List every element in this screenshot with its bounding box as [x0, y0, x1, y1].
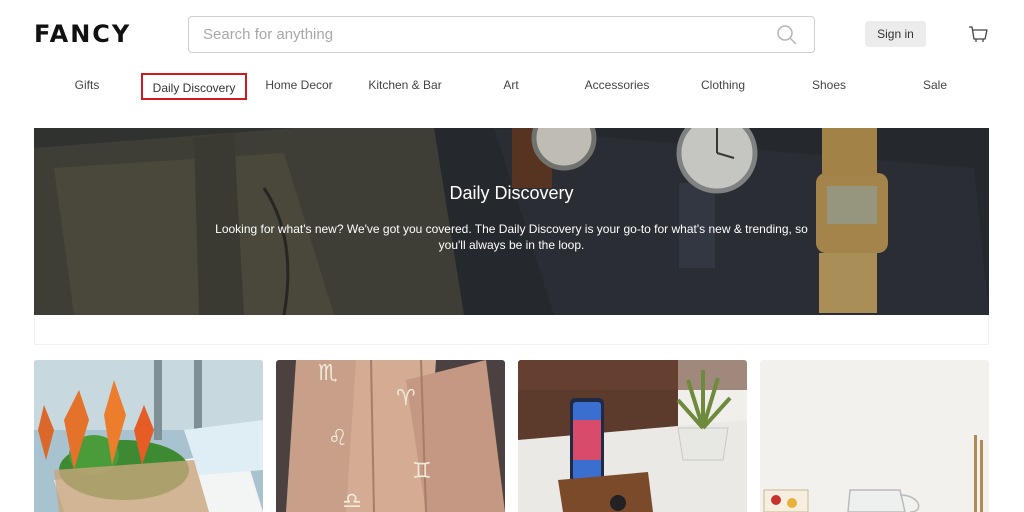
cart-icon[interactable] [968, 24, 988, 44]
product-image-kitchenware[interactable] [760, 360, 989, 512]
hero-banner: Daily Discovery Looking for what's new? … [34, 128, 989, 315]
product-card[interactable]: ♏ ♈ ♌ ♊ ♎ [276, 360, 505, 512]
svg-text:♌: ♌ [328, 426, 348, 451]
nav-item-gifts[interactable]: Gifts [54, 70, 120, 104]
nav-item-kitchen-bar[interactable]: Kitchen & Bar [358, 70, 452, 104]
nav-item-art[interactable]: Art [481, 70, 541, 104]
svg-text:♎: ♎ [342, 489, 362, 512]
product-image-flower-planter[interactable] [34, 360, 263, 512]
svg-text:♈: ♈ [396, 386, 416, 411]
search-input[interactable] [203, 17, 763, 52]
product-image-phone-dock[interactable] [518, 360, 747, 512]
hero-title: Daily Discovery [449, 183, 574, 203]
nav-item-shoes[interactable]: Shoes [798, 70, 860, 104]
hero-description: Looking for what's new? We've got you co… [215, 222, 808, 252]
svg-text:♏: ♏ [318, 361, 338, 386]
hero-divider [34, 315, 989, 345]
nav-item-sale[interactable]: Sale [907, 70, 963, 104]
nav-item-daily-discovery[interactable]: Daily Discovery [141, 73, 247, 100]
search-icon[interactable] [776, 24, 798, 46]
nav-item-clothing[interactable]: Clothing [687, 70, 759, 104]
site-header: FANCY Sign in [0, 0, 1024, 70]
product-image-zodiac-earrings[interactable]: ♏ ♈ ♌ ♊ ♎ [276, 360, 505, 512]
product-card[interactable] [518, 360, 747, 512]
svg-text:♊: ♊ [412, 459, 432, 484]
category-nav: Gifts Daily Discovery Home Decor Kitchen… [34, 70, 989, 104]
product-card[interactable] [34, 360, 263, 512]
search-bar[interactable] [188, 16, 815, 53]
nav-item-accessories[interactable]: Accessories [575, 70, 659, 104]
fancy-logo[interactable]: FANCY [34, 20, 131, 48]
sign-in-button[interactable]: Sign in [865, 21, 926, 47]
nav-item-home-decor[interactable]: Home Decor [256, 70, 342, 104]
product-card[interactable] [760, 360, 989, 512]
